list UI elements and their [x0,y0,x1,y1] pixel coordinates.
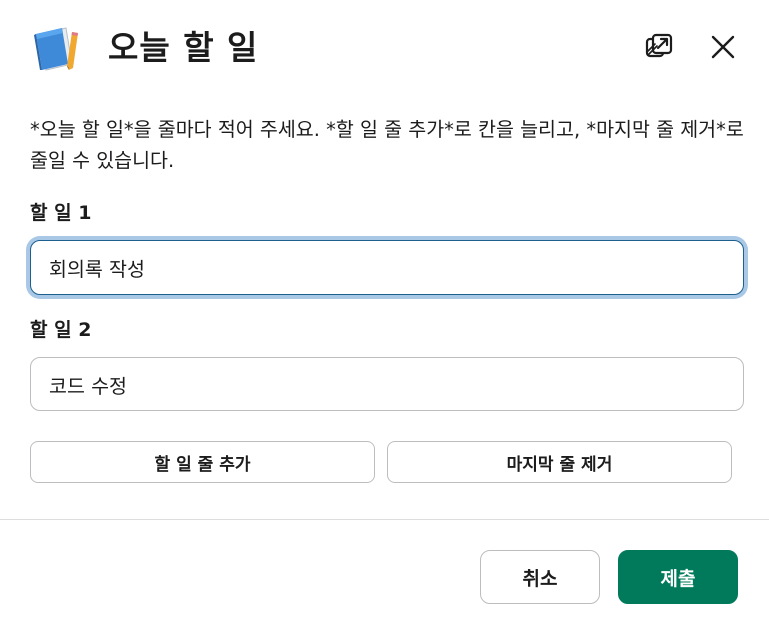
todo-modal: 오늘 할 일 *오늘 할 일*을 줄마다 적어 주세요. *할 일 줄 추가*로… [0,0,769,631]
notebook-icon [34,27,78,71]
cancel-button[interactable]: 취소 [480,550,600,604]
remove-last-row-button[interactable]: 마지막 줄 제거 [387,441,732,483]
todo-input-1[interactable] [31,241,743,294]
field-label-2: 할 일 2 [30,319,92,341]
close-button[interactable] [707,31,739,63]
modal-header: 오늘 할 일 [0,0,769,96]
todo-input-2[interactable] [31,358,743,410]
popout-button[interactable] [643,30,677,64]
close-icon [711,35,735,59]
todo-input-1-wrapper [30,240,744,295]
footer-divider [0,519,769,520]
open-in-window-icon [645,33,673,58]
modal-title: 오늘 할 일 [108,28,259,67]
submit-button[interactable]: 제출 [618,550,738,604]
instructions-text: *오늘 할 일*을 줄마다 적어 주세요. *할 일 줄 추가*로 칸을 늘리고… [30,118,744,172]
field-label-1: 할 일 1 [30,202,92,224]
add-row-button[interactable]: 할 일 줄 추가 [30,441,375,483]
todo-input-2-wrapper [30,357,744,411]
